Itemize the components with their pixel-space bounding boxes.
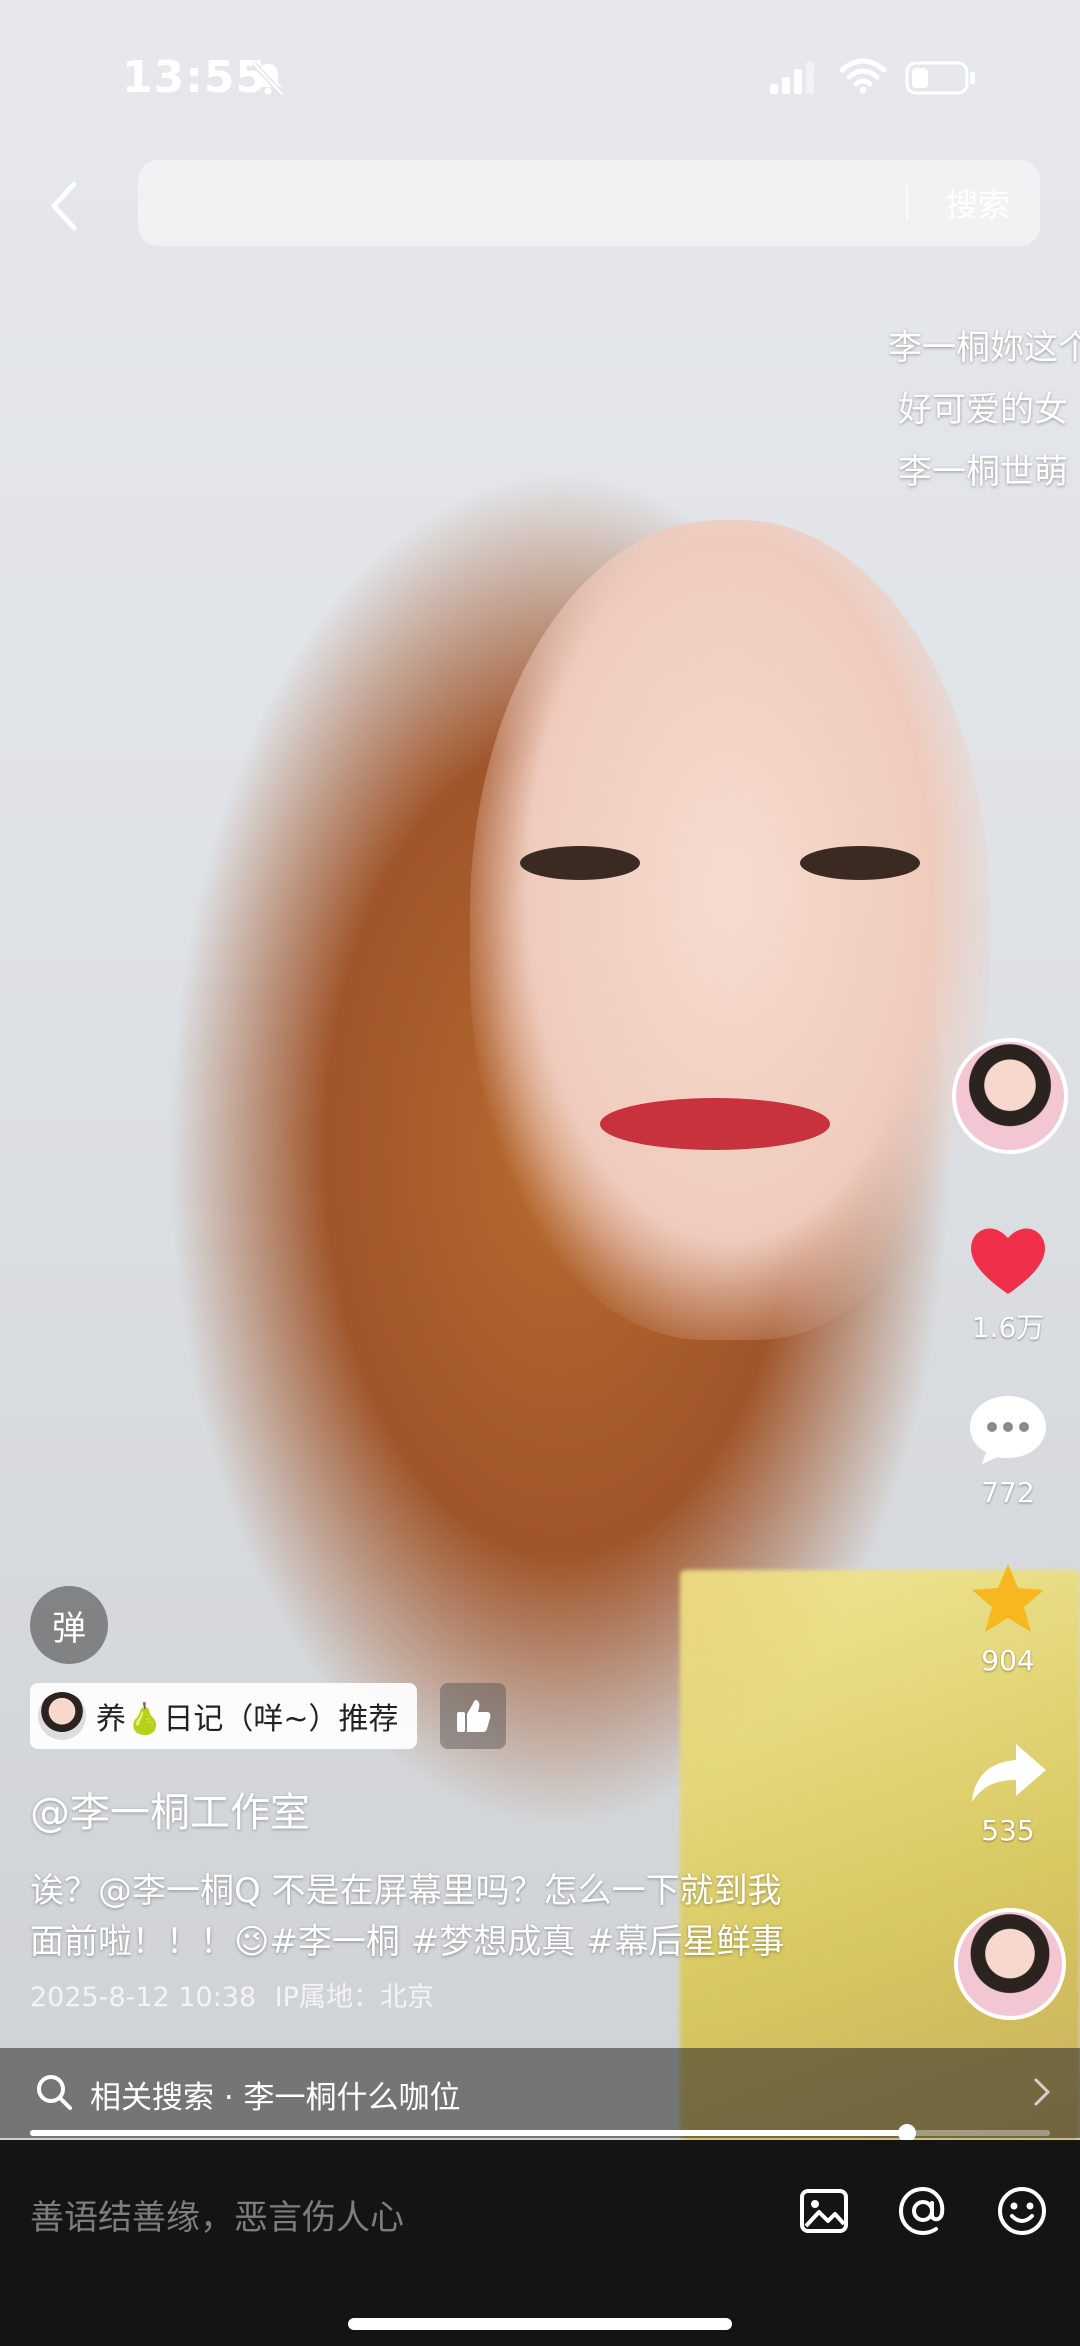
share-count: 535 — [981, 1814, 1035, 1847]
chevron-right-icon — [1034, 2078, 1051, 2106]
recommend-chip[interactable]: 养🍐日记（咩~）推荐 — [30, 1683, 417, 1749]
video-lips — [600, 1098, 830, 1150]
like-button[interactable]: 1.6万 — [948, 1222, 1068, 1346]
comment-input[interactable]: 善语结善缘，恶言伤人心 — [30, 2190, 404, 2239]
bell-muted-icon — [252, 62, 284, 96]
favorite-button[interactable]: 904 — [948, 1560, 1068, 1677]
related-search-text: 相关搜索 · 李一桐什么咖位 — [90, 2080, 461, 2116]
recommender-avatar — [38, 1692, 86, 1740]
video-eye-left — [520, 846, 640, 880]
music-disc-avatar[interactable] — [954, 1908, 1066, 2020]
author-avatar[interactable] — [952, 1038, 1068, 1154]
search-button[interactable]: 搜索 — [946, 180, 1010, 226]
battery-icon — [905, 61, 975, 95]
heart-icon — [971, 1228, 1045, 1294]
comment-bar: 善语结善缘，恶言伤人心 — [0, 2140, 1080, 2346]
comment-button[interactable]: 772 — [948, 1390, 1068, 1509]
search-divider — [906, 186, 908, 220]
mention-at-icon[interactable] — [896, 2184, 950, 2238]
emoji-icon[interactable] — [995, 2184, 1049, 2238]
favorite-count: 904 — [981, 1644, 1035, 1677]
thumbs-up-icon — [457, 1700, 491, 1732]
search-input[interactable]: 搜索 — [138, 160, 1040, 246]
danmaku-toggle-button[interactable]: 弹 — [30, 1586, 108, 1664]
share-arrow-icon — [972, 1744, 1046, 1802]
search-icon — [37, 2075, 72, 2110]
status-time: 13:55 — [122, 52, 268, 103]
post-date: 2025-8-12 10:38 — [30, 1982, 257, 2013]
recommend-text: 养🍐日记（咩~）推荐 — [96, 1702, 399, 1737]
video-progress-bar[interactable] — [30, 2124, 1050, 2142]
star-icon — [972, 1564, 1044, 1632]
post-description-line: 诶？@李一桐Q 不是在屏幕里吗？怎么一下就到我 — [30, 1871, 782, 1911]
post-meta: 2025-8-12 10:38 IP属地：北京 — [30, 1975, 434, 2014]
author-name[interactable]: @李一桐工作室 — [30, 1780, 310, 1838]
post-description-line: 面前啦！！！😉#李一桐 #梦想成真 #幕后星鲜事 — [30, 1922, 785, 1962]
post-description: 诶？@李一桐Q 不是在屏幕里吗？怎么一下就到我 面前啦！！！😉#李一桐 #梦想成… — [30, 1866, 850, 1968]
like-count: 1.6万 — [971, 1311, 1045, 1344]
status-bar: 13:55 — [0, 0, 1080, 150]
related-search-bar[interactable]: 相关搜索 · 李一桐什么咖位 — [0, 2048, 1080, 2138]
danmaku-comment: 李一桐妳这个 — [888, 328, 1080, 368]
danmaku-comment: 李一桐世萌 — [898, 452, 1068, 492]
post-ip-location: IP属地：北京 — [274, 1982, 434, 2013]
danmaku-comment: 好可爱的女 — [898, 390, 1068, 430]
recommend-like-button[interactable] — [440, 1683, 506, 1749]
cellular-signal-icon — [770, 62, 814, 94]
video-progress-fill — [30, 2130, 908, 2136]
comment-bubble-icon — [970, 1396, 1046, 1464]
video-eye-right — [800, 846, 920, 880]
video-face — [470, 520, 990, 1340]
image-icon[interactable] — [797, 2184, 851, 2238]
comment-count: 772 — [981, 1476, 1035, 1509]
home-indicator[interactable] — [348, 2318, 732, 2330]
wifi-icon — [839, 58, 887, 94]
back-chevron-icon[interactable] — [40, 176, 90, 236]
share-button[interactable]: 535 — [948, 1740, 1068, 1847]
